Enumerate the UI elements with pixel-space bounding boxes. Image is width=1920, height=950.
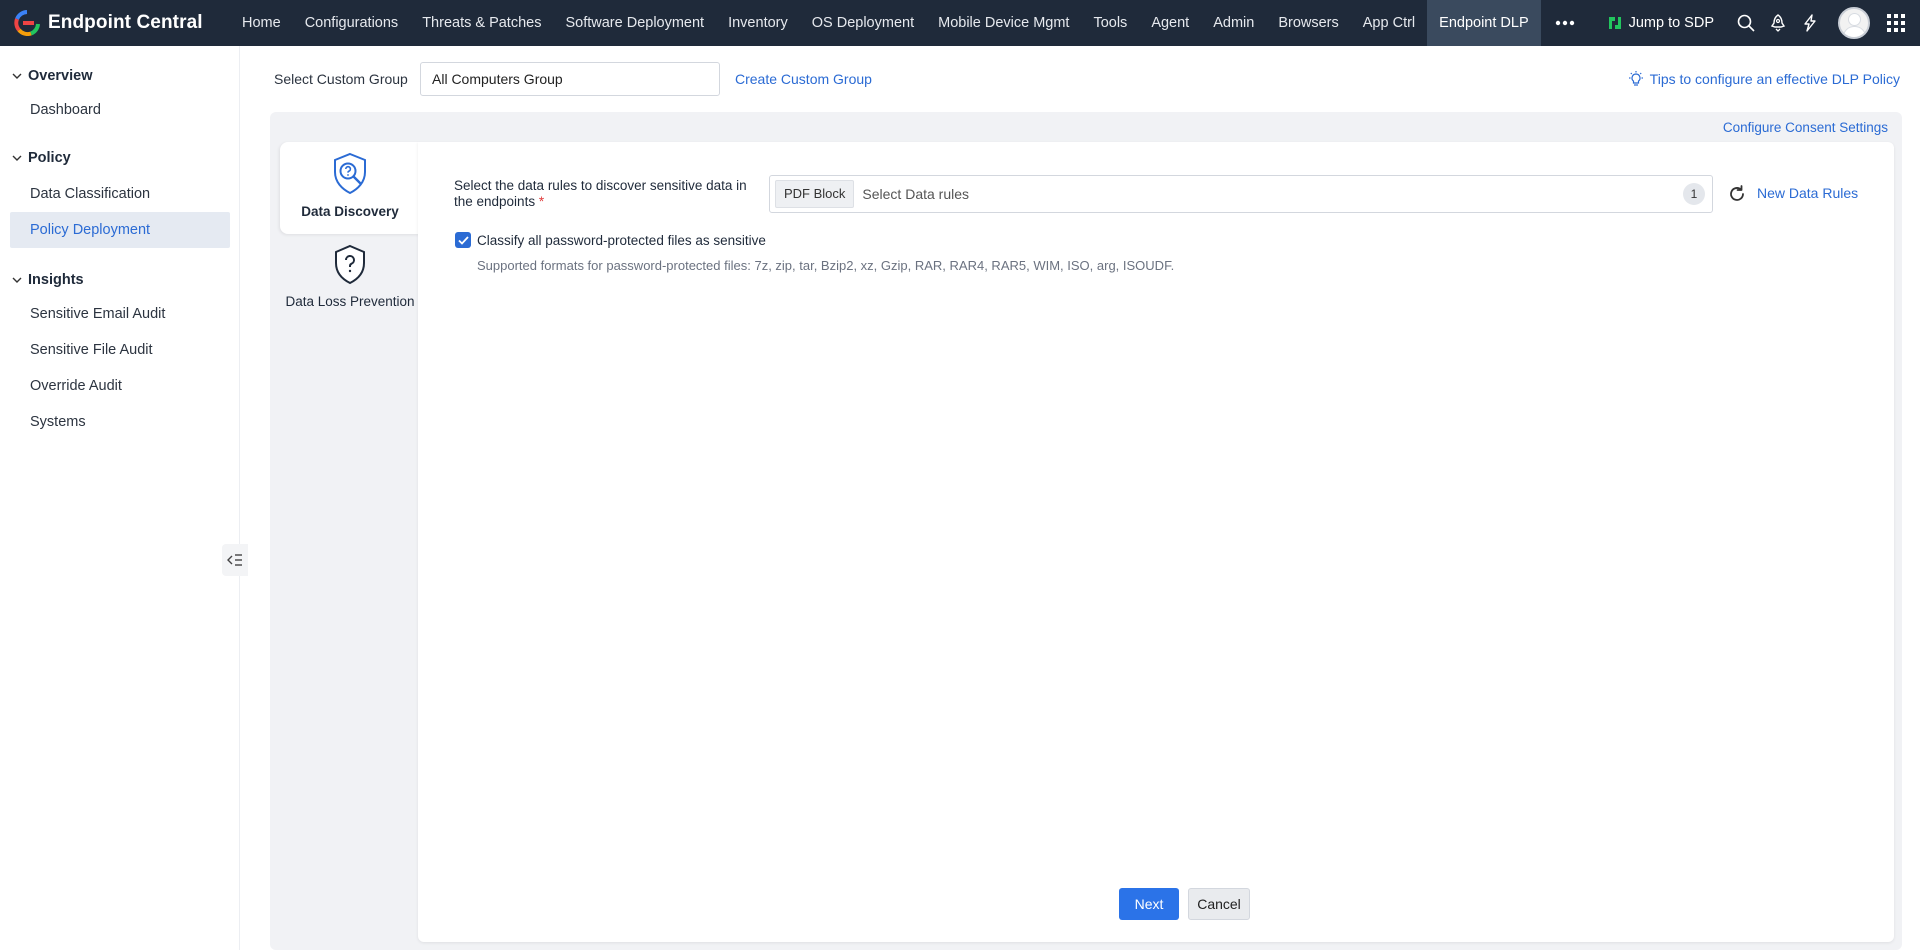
sidebar-item-sensitive-file-audit[interactable]: Sensitive File Audit: [10, 332, 230, 368]
app-grid-icon[interactable]: [1880, 0, 1912, 46]
data-rules-label-text: Select the data rules to discover sensit…: [454, 178, 747, 209]
nav-mobile-device-mgmt[interactable]: Mobile Device Mgmt: [926, 0, 1081, 46]
password-protected-option: Classify all password-protected files as…: [455, 232, 766, 248]
sidebar-section-overview[interactable]: Overview: [0, 64, 239, 88]
data-discovery-form: Select the data rules to discover sensit…: [418, 142, 1894, 942]
step-data-loss-prevention[interactable]: Data Loss Prevention: [280, 234, 420, 326]
search-icon[interactable]: [1730, 0, 1762, 46]
custom-group-select[interactable]: All Computers Group: [420, 62, 720, 96]
sidebar-item-dashboard[interactable]: Dashboard: [10, 92, 230, 128]
sidebar-item-policy-deployment[interactable]: Policy Deployment: [10, 212, 230, 248]
custom-group-row: Select Custom Group All Computers Group …: [274, 62, 872, 96]
sidebar-section-policy[interactable]: Policy: [0, 146, 239, 170]
chevron-down-icon: [12, 155, 22, 161]
selected-rules-count: 1: [1683, 183, 1705, 205]
password-protected-label: Classify all password-protected files as…: [477, 232, 766, 248]
top-navigation-bar: Endpoint Central Home Configurations Thr…: [0, 0, 1920, 46]
new-data-rules-link[interactable]: New Data Rules: [1757, 185, 1858, 201]
data-rules-label: Select the data rules to discover sensit…: [454, 178, 758, 210]
sidebar-item-override-audit[interactable]: Override Audit: [10, 368, 230, 404]
sidebar-section-title: Insights: [28, 272, 84, 288]
nav-tools[interactable]: Tools: [1081, 0, 1139, 46]
nav-threats-patches[interactable]: Threats & Patches: [410, 0, 553, 46]
brand[interactable]: Endpoint Central: [0, 0, 230, 46]
step-label: Data Loss Prevention: [285, 294, 415, 309]
nav-admin[interactable]: Admin: [1201, 0, 1266, 46]
sidebar-item-data-classification[interactable]: Data Classification: [10, 176, 230, 212]
cancel-button[interactable]: Cancel: [1188, 888, 1250, 920]
endpoint-central-logo: [14, 10, 40, 36]
main-content: Select Custom Group All Computers Group …: [240, 46, 1920, 950]
tips-link-label: Tips to configure an effective DLP Polic…: [1649, 71, 1900, 87]
refresh-icon[interactable]: [1726, 183, 1748, 205]
sidebar-section-title: Policy: [28, 150, 71, 166]
lightning-icon[interactable]: [1794, 0, 1826, 46]
step-data-discovery[interactable]: Data Discovery: [280, 142, 420, 234]
nav-configurations[interactable]: Configurations: [293, 0, 411, 46]
lightbulb-icon: [1628, 71, 1643, 86]
supported-formats-help: Supported formats for password-protected…: [477, 258, 1175, 273]
next-button[interactable]: Next: [1119, 888, 1179, 920]
nav-browsers[interactable]: Browsers: [1266, 0, 1350, 46]
checkmark-icon: [457, 235, 469, 245]
sidebar: Overview Dashboard Policy Data Classific…: [0, 46, 240, 950]
avatar[interactable]: [1838, 7, 1870, 39]
nav-home[interactable]: Home: [230, 0, 293, 46]
policy-steps: Data Discovery Data Loss Prevention: [280, 142, 420, 326]
more-horizontal-icon[interactable]: [1541, 0, 1589, 46]
nav-agent[interactable]: Agent: [1139, 0, 1201, 46]
tips-link[interactable]: Tips to configure an effective DLP Polic…: [1628, 71, 1900, 87]
required-marker: *: [538, 194, 545, 209]
sidebar-item-sensitive-email-audit[interactable]: Sensitive Email Audit: [10, 296, 230, 332]
password-protected-checkbox[interactable]: [455, 232, 471, 248]
sidebar-section-title: Overview: [28, 68, 93, 84]
data-rules-placeholder: Select Data rules: [862, 186, 970, 202]
create-custom-group-link[interactable]: Create Custom Group: [735, 71, 872, 87]
nav-inventory[interactable]: Inventory: [716, 0, 800, 46]
configure-consent-settings-link[interactable]: Configure Consent Settings: [1723, 120, 1888, 135]
data-discovery-icon: [334, 152, 366, 195]
step-label: Data Discovery: [301, 204, 399, 219]
nav-app-ctrl[interactable]: App Ctrl: [1351, 0, 1427, 46]
chevron-down-icon: [12, 277, 22, 283]
nav-software-deployment[interactable]: Software Deployment: [553, 0, 716, 46]
shield-question-icon: [335, 244, 365, 285]
rocket-icon[interactable]: [1762, 0, 1794, 46]
app-name: Endpoint Central: [48, 12, 203, 33]
sidebar-section-insights[interactable]: Insights: [0, 268, 239, 292]
main-nav: Home Configurations Threats & Patches So…: [230, 0, 1589, 46]
sdp-icon: [1608, 17, 1621, 29]
policy-panel: Configure Consent Settings Data Discover…: [270, 112, 1902, 950]
top-right-actions: Jump to SDP: [1607, 0, 1920, 46]
chevron-down-icon: [12, 73, 22, 79]
jump-to-sdp-label: Jump to SDP: [1628, 15, 1714, 31]
jump-to-sdp-button[interactable]: Jump to SDP: [1607, 15, 1714, 31]
data-rules-select[interactable]: PDF Block Select Data rules 1: [769, 175, 1713, 213]
sidebar-item-systems[interactable]: Systems: [10, 404, 230, 440]
nav-os-deployment[interactable]: OS Deployment: [800, 0, 926, 46]
custom-group-label: Select Custom Group: [274, 71, 408, 87]
nav-endpoint-dlp[interactable]: Endpoint DLP: [1427, 0, 1541, 46]
selected-rule-chip[interactable]: PDF Block: [775, 180, 855, 208]
